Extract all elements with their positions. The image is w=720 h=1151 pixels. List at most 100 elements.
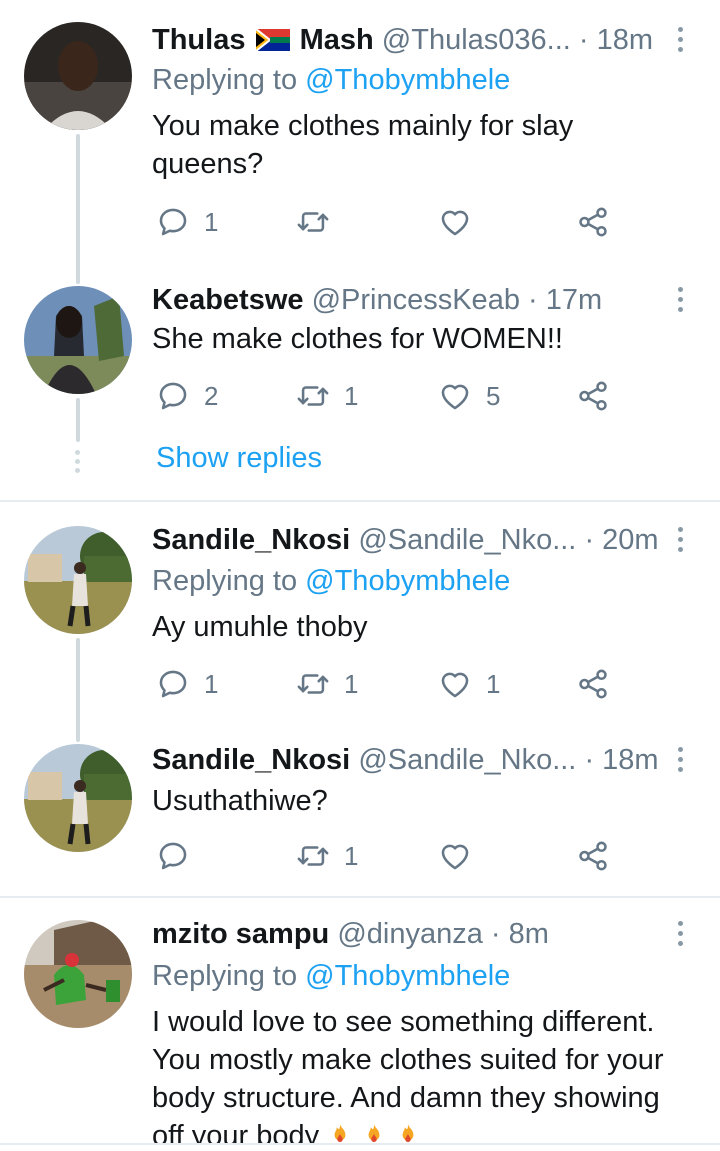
show-replies-link[interactable]: Show replies xyxy=(156,440,322,476)
thread-line xyxy=(76,134,80,284)
separator-dot: · xyxy=(578,24,589,56)
display-name[interactable]: Thulas xyxy=(152,24,245,56)
reply-button[interactable]: 2 xyxy=(156,376,218,416)
retweet-icon xyxy=(297,386,329,406)
avatar[interactable] xyxy=(24,526,132,634)
share-button[interactable] xyxy=(576,836,610,876)
display-name-part[interactable]: Mash xyxy=(300,24,374,56)
tweet[interactable]: mzito sampu @dinyanza · 8m Replying to @… xyxy=(0,898,720,1151)
retweet-button[interactable]: 1 xyxy=(296,376,358,416)
reply-count: 1 xyxy=(204,206,219,237)
avatar-image xyxy=(24,744,132,852)
timestamp[interactable]: 8m xyxy=(509,918,549,950)
replying-to: Replying to @Thobymbhele xyxy=(152,62,510,98)
tweet-actions: 1 1 1 xyxy=(152,664,632,704)
separator-dot: · xyxy=(584,744,595,776)
retweet-icon xyxy=(297,212,329,232)
tweet-text: Ay umuhle thoby xyxy=(152,611,368,643)
replying-to: Replying to @Thobymbhele xyxy=(152,958,510,994)
bottom-divider xyxy=(0,1143,720,1145)
retweet-button[interactable]: 1 xyxy=(296,664,358,704)
more-icon[interactable] xyxy=(678,747,686,777)
tweet-actions: 2 1 5 xyxy=(152,376,632,416)
more-icon[interactable] xyxy=(678,527,686,557)
tweet[interactable]: Sandile_Nkosi @Sandile_Nko... · 20m Repl… xyxy=(0,502,720,742)
tweet-text: You make clothes mainly for slay queens? xyxy=(152,110,574,180)
more-icon[interactable] xyxy=(678,921,686,951)
tweet-actions: 1 xyxy=(152,836,632,876)
share-icon xyxy=(579,669,607,699)
avatar[interactable] xyxy=(24,286,132,394)
reply-icon xyxy=(159,382,187,410)
share-icon xyxy=(579,381,607,411)
tweet[interactable]: Sandile_Nkosi @Sandile_Nko... · 18m Usut… xyxy=(0,720,720,896)
like-icon xyxy=(441,384,469,410)
like-button[interactable]: 5 xyxy=(438,376,500,416)
display-name[interactable]: Keabetswe xyxy=(152,284,304,316)
avatar[interactable] xyxy=(24,744,132,852)
share-icon xyxy=(579,207,607,237)
replying-mention[interactable]: @Thobymbhele xyxy=(305,565,510,597)
display-name[interactable]: Sandile_Nkosi xyxy=(152,744,350,776)
reply-icon xyxy=(159,670,187,698)
south-africa-flag-icon xyxy=(254,28,290,52)
reply-button[interactable]: 1 xyxy=(156,664,218,704)
more-icon[interactable] xyxy=(678,287,686,317)
avatar[interactable] xyxy=(24,920,132,1028)
reply-button[interactable]: 1 xyxy=(156,202,218,242)
replying-to: Replying to @Thobymbhele xyxy=(152,563,510,599)
user-handle[interactable]: @Sandile_Nko... xyxy=(358,524,576,556)
replying-mention[interactable]: @Thobymbhele xyxy=(305,64,510,96)
replying-mention[interactable]: @Thobymbhele xyxy=(305,960,510,992)
retweet-button[interactable] xyxy=(296,202,344,242)
like-button[interactable] xyxy=(438,202,486,242)
avatar-image xyxy=(24,22,132,130)
retweet-icon xyxy=(297,674,329,694)
replying-prefix: Replying to xyxy=(152,960,306,992)
like-icon xyxy=(441,844,469,870)
user-handle[interactable]: @PrincessKeab xyxy=(312,284,520,316)
more-icon[interactable] xyxy=(678,27,686,57)
separator-dot: · xyxy=(490,918,501,950)
like-icon xyxy=(441,672,469,698)
share-button[interactable] xyxy=(576,664,610,704)
fire-icon xyxy=(402,1124,414,1143)
display-name[interactable]: Sandile_Nkosi xyxy=(152,524,350,556)
timestamp[interactable]: 20m xyxy=(602,524,658,556)
avatar-image xyxy=(24,526,132,634)
tweet-header: Sandile_Nkosi @Sandile_Nko... · 20m xyxy=(152,522,670,558)
retweet-button[interactable]: 1 xyxy=(296,836,358,876)
replying-prefix: Replying to xyxy=(152,64,306,96)
user-handle[interactable]: @dinyanza xyxy=(337,918,483,950)
tweet-text: She make clothes for WOMEN!! xyxy=(152,323,563,355)
replying-prefix: Replying to xyxy=(152,565,306,597)
avatar-image xyxy=(24,286,132,394)
share-button[interactable] xyxy=(576,376,610,416)
timestamp[interactable]: 17m xyxy=(546,284,602,316)
avatar[interactable] xyxy=(24,22,132,130)
user-handle[interactable]: @Thulas036... xyxy=(382,24,571,56)
retweet-count: 1 xyxy=(344,380,359,411)
like-button[interactable] xyxy=(438,836,486,876)
separator-dot: · xyxy=(584,524,595,556)
retweet-count: 1 xyxy=(344,668,359,699)
thread-line xyxy=(76,398,80,442)
fire-icon xyxy=(334,1124,346,1143)
user-handle[interactable]: @Sandile_Nko... xyxy=(358,744,576,776)
tweet-header: Thulas Mash @Thulas036... · 18m xyxy=(152,22,670,58)
share-button[interactable] xyxy=(576,202,610,242)
reply-button[interactable] xyxy=(156,836,204,876)
timestamp[interactable]: 18m xyxy=(597,24,653,56)
thread-dots xyxy=(75,450,81,477)
display-name[interactable]: mzito sampu xyxy=(152,918,329,950)
like-button[interactable]: 1 xyxy=(438,664,500,704)
tweet[interactable]: Thulas Mash @Thulas036... · 18m Replying… xyxy=(0,0,720,284)
share-icon xyxy=(579,841,607,871)
separator-dot: · xyxy=(528,284,538,316)
tweet[interactable]: Keabetswe @PrincessKeab · 17m She make c… xyxy=(0,270,720,500)
avatar-image xyxy=(24,920,132,1028)
tweet-header: Keabetswe @PrincessKeab · 17m xyxy=(152,282,670,318)
tweet-actions: 1 xyxy=(152,202,632,242)
tweet-header: Sandile_Nkosi @Sandile_Nko... · 18m xyxy=(152,742,670,778)
timestamp[interactable]: 18m xyxy=(602,744,658,776)
